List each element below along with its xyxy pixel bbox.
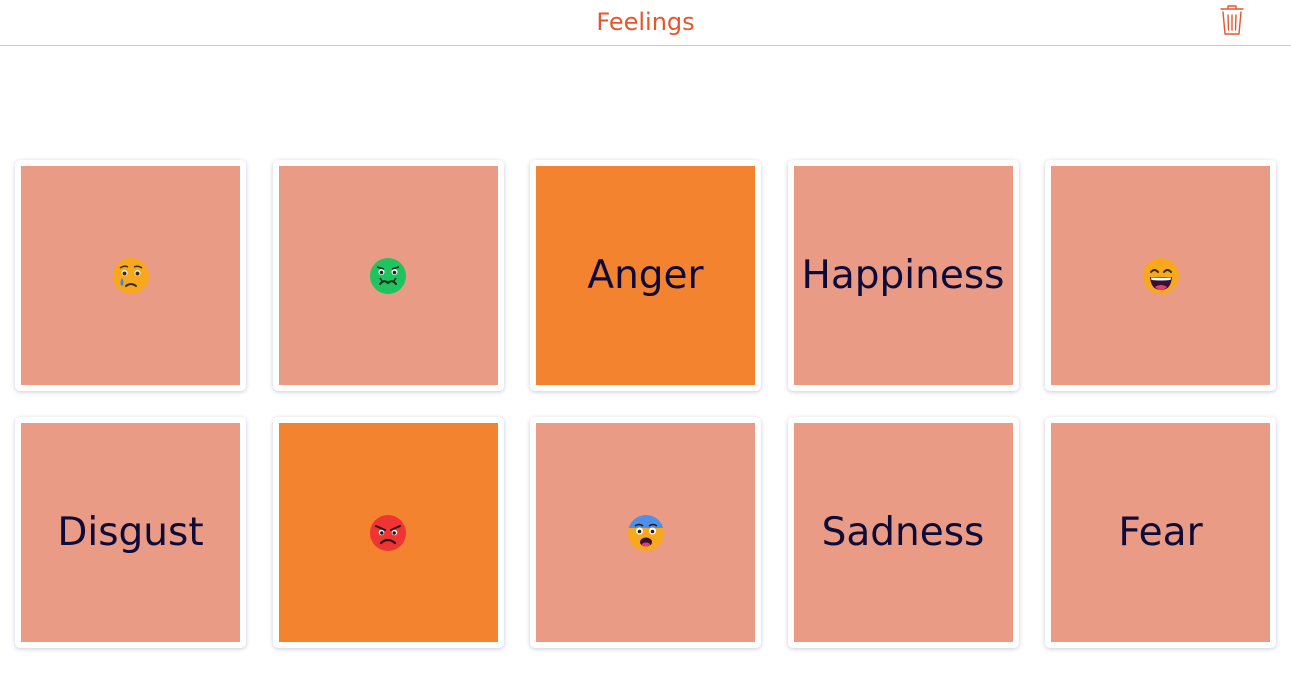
- trash-icon[interactable]: [1216, 3, 1248, 37]
- card-face-6: Disgust: [21, 423, 240, 642]
- memory-card[interactable]: Anger: [530, 160, 761, 391]
- card-face-9: Sadness: [793, 423, 1013, 642]
- memory-card[interactable]: Happiness: [787, 160, 1019, 391]
- header-bar: Feelings: [0, 0, 1291, 46]
- card-face-4: Happiness: [793, 166, 1013, 385]
- crying-face-icon: [112, 257, 149, 294]
- grinning-face-icon: [1142, 257, 1179, 294]
- memory-card[interactable]: [272, 417, 504, 648]
- fearful-face-icon: [627, 514, 664, 551]
- angry-face-icon: [370, 514, 406, 551]
- memory-card-grid: Anger Happiness Disgust Sadness Fear: [15, 160, 1276, 648]
- memory-card[interactable]: [272, 160, 504, 391]
- card-face-10: Fear: [1051, 423, 1270, 642]
- card-face-5: [1051, 166, 1270, 385]
- memory-card[interactable]: [1045, 160, 1276, 391]
- memory-card[interactable]: Disgust: [15, 417, 246, 648]
- card-face-1: [21, 166, 240, 385]
- memory-card[interactable]: Sadness: [787, 417, 1019, 648]
- memory-card[interactable]: Fear: [1045, 417, 1276, 648]
- memory-card[interactable]: [530, 417, 761, 648]
- card-face-7: [278, 423, 498, 642]
- card-face-3: Anger: [536, 166, 755, 385]
- nauseated-face-icon: [370, 257, 406, 294]
- page-title: Feelings: [596, 8, 695, 36]
- memory-card[interactable]: [15, 160, 246, 391]
- card-face-2: [278, 166, 498, 385]
- card-face-8: [536, 423, 755, 642]
